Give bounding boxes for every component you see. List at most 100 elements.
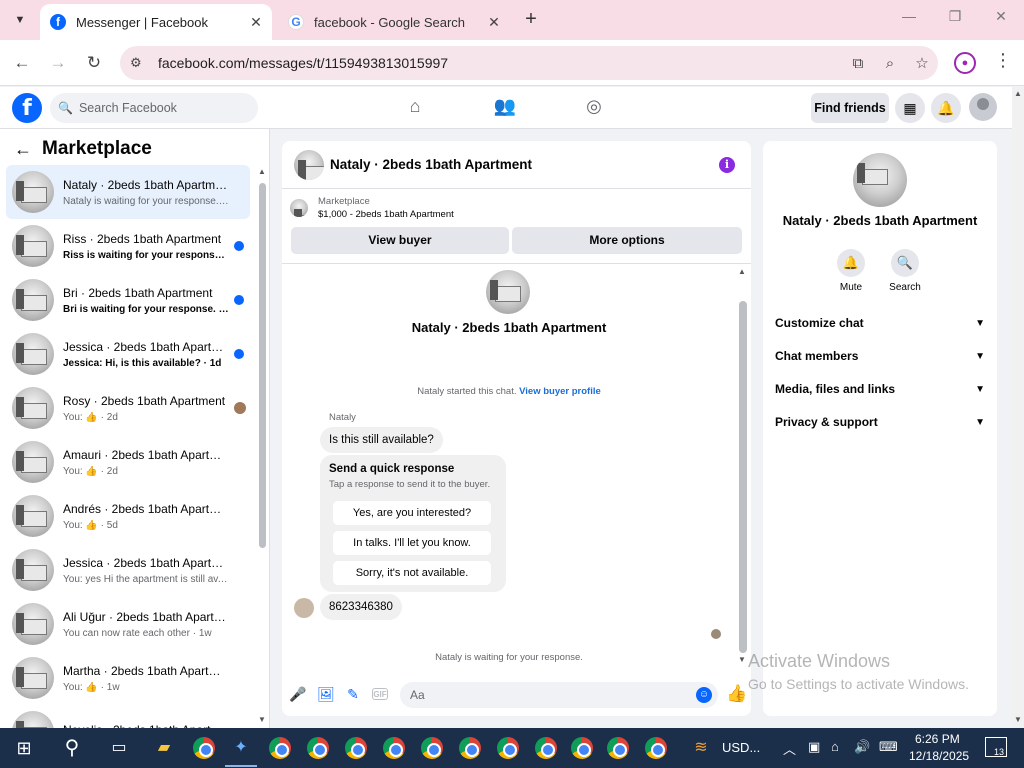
- restore-icon[interactable]: ❐: [932, 8, 978, 32]
- close-tab-icon[interactable]: ✕: [246, 14, 266, 31]
- currency-widget-text[interactable]: USD...: [722, 740, 760, 755]
- message-bubble[interactable]: 8623346380: [320, 594, 402, 620]
- install-app-icon[interactable]: ⧉: [842, 55, 874, 72]
- url-text[interactable]: facebook.com/messages/t/1159493813015997: [158, 55, 842, 71]
- view-buyer-button[interactable]: View buyer: [291, 227, 509, 254]
- chrome-taskbar-icon[interactable]: [571, 737, 593, 759]
- listing-thumbnail[interactable]: [294, 149, 324, 180]
- customize-chat-section[interactable]: Customize chat ▼: [775, 308, 985, 338]
- chat-title[interactable]: Nataly · 2beds 1bath Apartment: [330, 157, 532, 172]
- browser-menu-icon[interactable]: ⋮: [994, 50, 1012, 71]
- scroll-up-icon[interactable]: ▲: [1014, 89, 1022, 98]
- conversation-item[interactable]: Rosy · 2beds 1bath Apartment You: 👍 · 2d: [0, 381, 256, 435]
- search-in-chat-button[interactable]: 🔍 Search: [885, 249, 925, 293]
- message-input[interactable]: [400, 682, 718, 708]
- privacy-support-section[interactable]: Privacy & support ▼: [775, 407, 985, 437]
- conversation-item[interactable]: Riss · 2beds 1bath Apartment Riss is wait…: [0, 219, 256, 273]
- site-info-icon[interactable]: ⚙: [130, 55, 150, 71]
- zoom-icon[interactable]: ⌕: [874, 55, 906, 72]
- groups-icon[interactable]: ◎: [582, 96, 606, 120]
- file-explorer-icon[interactable]: ▰: [152, 736, 176, 760]
- quick-response-option[interactable]: In talks. I'll let you know.: [333, 531, 491, 555]
- more-options-button[interactable]: More options: [512, 227, 742, 254]
- home-icon[interactable]: ⌂: [403, 96, 427, 120]
- details-avatar[interactable]: [853, 153, 907, 207]
- close-tab-icon[interactable]: ✕: [484, 14, 504, 31]
- chrome-taskbar-icon[interactable]: [269, 737, 291, 759]
- browser-profile-icon[interactable]: ●: [954, 52, 976, 74]
- view-buyer-profile-link[interactable]: View buyer profile: [519, 386, 601, 397]
- new-tab-button[interactable]: +: [520, 9, 542, 31]
- emoji-icon[interactable]: ☺: [696, 687, 712, 703]
- account-avatar[interactable]: [969, 93, 997, 121]
- chrome-taskbar-icon[interactable]: [459, 737, 481, 759]
- minimize-icon[interactable]: —: [886, 8, 932, 32]
- thread-scrollbar[interactable]: ▲ ▼: [737, 267, 747, 664]
- tab-search-chevron-icon[interactable]: ▼: [8, 9, 32, 31]
- close-window-icon[interactable]: ✕: [978, 8, 1024, 32]
- search-icon[interactable]: ⚲: [60, 736, 84, 760]
- reload-icon[interactable]: ↻: [82, 51, 106, 75]
- conversation-item[interactable]: Neyelis · 2beds 1bath Apartment: [0, 705, 256, 728]
- sender-avatar[interactable]: [294, 598, 314, 618]
- chrome-taskbar-icon[interactable]: [383, 737, 405, 759]
- scrollbar-thumb[interactable]: [739, 301, 747, 653]
- microphone-icon[interactable]: 🎤: [288, 686, 308, 706]
- scroll-up-icon[interactable]: ▲: [258, 167, 266, 176]
- conversation-item[interactable]: Amauri · 2beds 1bath Apartment You: 👍 · 2…: [0, 435, 256, 489]
- like-thumbs-up-icon[interactable]: 👍: [726, 684, 747, 704]
- chrome-taskbar-icon[interactable]: [535, 737, 557, 759]
- scroll-down-icon[interactable]: ▼: [258, 715, 266, 724]
- notification-center-icon[interactable]: 13: [985, 737, 1007, 757]
- info-icon[interactable]: i: [719, 157, 735, 173]
- page-scrollbar[interactable]: ▲ ▼: [1012, 87, 1024, 728]
- conversation-item[interactable]: Bri · 2beds 1bath Apartment Bri is waitin…: [0, 273, 256, 327]
- chrome-taskbar-icon[interactable]: [307, 737, 329, 759]
- find-friends-button[interactable]: Find friends: [811, 93, 889, 123]
- quick-response-option[interactable]: Sorry, it's not available.: [333, 561, 491, 585]
- conversation-item[interactable]: Jessica · 2beds 1bath Apartme... Jessica:…: [0, 327, 256, 381]
- clock-time[interactable]: 6:26 PM: [915, 732, 960, 746]
- friends-icon[interactable]: 👥: [493, 96, 517, 120]
- scroll-down-icon[interactable]: ▼: [1014, 715, 1022, 724]
- scrollbar-thumb[interactable]: [259, 183, 266, 548]
- clock-date[interactable]: 12/18/2025: [909, 749, 969, 763]
- network-icon[interactable]: ⌂: [831, 739, 839, 754]
- chrome-taskbar-icon[interactable]: [607, 737, 629, 759]
- media-files-links-section[interactable]: Media, files and links ▼: [775, 374, 985, 404]
- conversation-item[interactable]: Martha · 2beds 1bath Apartment You: 👍 · 1…: [0, 651, 256, 705]
- conversation-item[interactable]: Nataly · 2beds 1bath Apartment Nataly is …: [6, 165, 250, 219]
- address-bar[interactable]: ⚙ facebook.com/messages/t/11594938130159…: [120, 46, 938, 80]
- chrome-taskbar-icon[interactable]: [345, 737, 367, 759]
- volume-icon[interactable]: 🔊: [854, 739, 870, 755]
- chrome-taskbar-icon[interactable]: [421, 737, 443, 759]
- tab-google-search[interactable]: G facebook - Google Search ✕: [280, 4, 510, 40]
- conversation-item[interactable]: Ali Uğur · 2beds 1bath Apartment You can …: [0, 597, 256, 651]
- listing-info[interactable]: Marketplace $1,000 - 2beds 1bath Apartme…: [290, 196, 454, 220]
- forward-arrow-icon[interactable]: →: [46, 51, 70, 75]
- conversation-item[interactable]: Jessica · 2beds 1bath Apartment You: yes …: [0, 543, 256, 597]
- facebook-logo-icon[interactable]: f: [12, 93, 42, 123]
- conversation-item[interactable]: Andrés · 2beds 1bath Apartment You: 👍 · 5…: [0, 489, 256, 543]
- gif-icon[interactable]: GIF: [372, 688, 388, 700]
- bookmark-star-icon[interactable]: ☆: [906, 54, 938, 72]
- sticker-icon[interactable]: ✎: [343, 686, 363, 706]
- menu-grid-icon[interactable]: ▦: [895, 93, 925, 123]
- notifications-bell-icon[interactable]: 🔔: [931, 93, 961, 123]
- show-hidden-icons-chevron-icon[interactable]: ︿: [783, 739, 796, 758]
- chat-profile-avatar[interactable]: [486, 270, 530, 314]
- chrome-taskbar-icon[interactable]: [497, 737, 519, 759]
- currency-widget-icon[interactable]: ≋: [689, 736, 713, 760]
- scroll-down-icon[interactable]: ▼: [738, 655, 746, 664]
- task-view-icon[interactable]: ▭: [107, 736, 131, 760]
- quick-response-option[interactable]: Yes, are you interested?: [333, 501, 491, 525]
- windows-start-icon[interactable]: ⊞: [12, 736, 36, 760]
- mute-button[interactable]: 🔔 Mute: [831, 249, 871, 293]
- tab-messenger[interactable]: f Messenger | Facebook ✕: [40, 4, 272, 40]
- meet-now-icon[interactable]: ▣: [808, 739, 820, 755]
- photo-icon[interactable]: 🖼: [316, 686, 336, 706]
- conversation-scrollbar[interactable]: ▲ ▼: [257, 167, 267, 727]
- scroll-up-icon[interactable]: ▲: [738, 267, 746, 276]
- facebook-search[interactable]: 🔍: [50, 93, 258, 123]
- app-taskbar-icon[interactable]: ✦: [229, 736, 253, 760]
